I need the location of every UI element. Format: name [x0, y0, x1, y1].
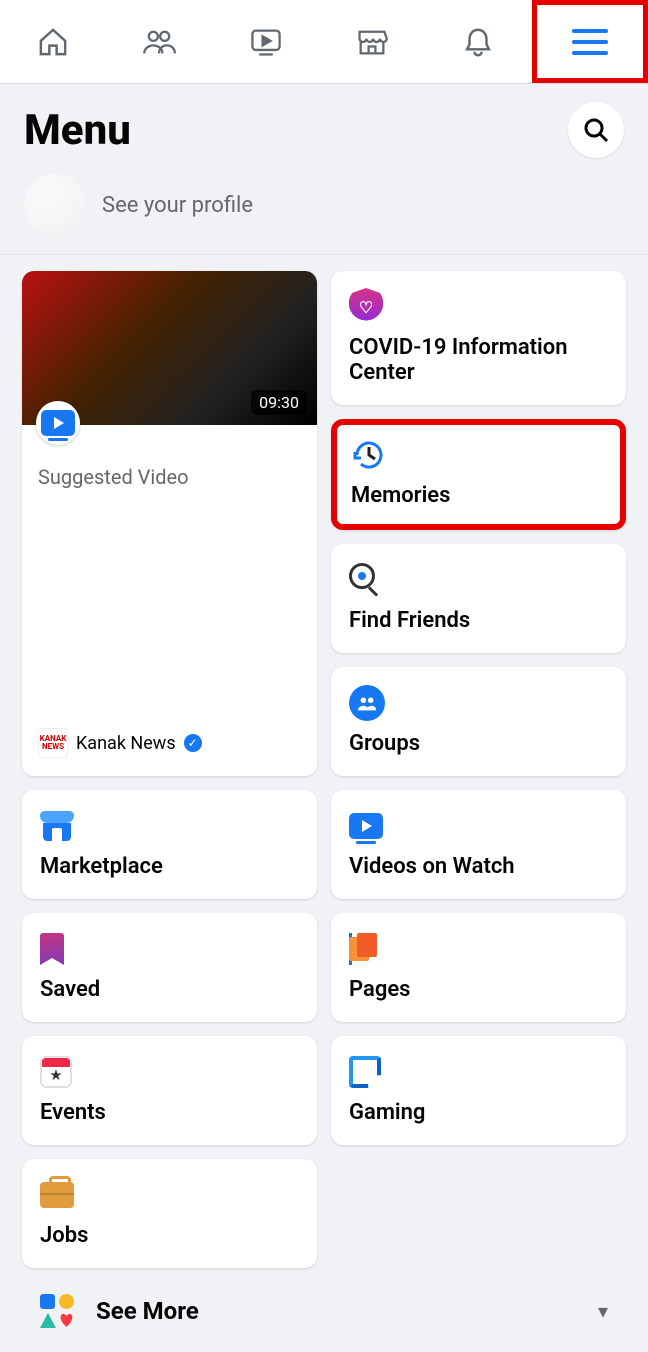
briefcase-icon — [40, 1182, 74, 1208]
menu-item-marketplace[interactable]: Marketplace — [22, 790, 317, 899]
menu-item-label: Memories — [351, 483, 606, 508]
home-icon — [36, 25, 70, 59]
menu-item-pages[interactable]: Pages — [331, 913, 626, 1022]
suggested-video-label: Suggested Video — [38, 465, 301, 489]
profile-text: See your profile — [102, 193, 253, 218]
menu-grid: 09:30 Suggested Video KANAKNEWS Kanak Ne… — [0, 255, 648, 1276]
video-source-name: Kanak News — [76, 733, 176, 754]
marketplace-icon — [40, 811, 74, 841]
video-source: KANAKNEWS Kanak News ✓ — [38, 728, 301, 758]
avatar — [24, 174, 86, 236]
clock-icon — [351, 437, 606, 473]
menu-item-label: Marketplace — [40, 854, 299, 879]
tab-notifications[interactable] — [425, 0, 531, 83]
menu-item-saved[interactable]: Saved — [22, 913, 317, 1022]
profile-row[interactable]: See your profile — [0, 168, 648, 255]
friends-icon — [142, 25, 176, 59]
menu-item-label: COVID-19 Information Center — [349, 335, 608, 385]
shapes-icon — [40, 1294, 74, 1328]
shield-heart-icon: ♡ — [349, 288, 383, 326]
search-button[interactable] — [568, 102, 624, 158]
hamburger-icon — [572, 29, 608, 55]
calendar-icon: ★ — [40, 1056, 72, 1088]
tab-watch[interactable] — [213, 0, 319, 83]
see-more-label: See More — [96, 1297, 199, 1325]
flag-icon — [349, 933, 381, 965]
verified-icon: ✓ — [184, 734, 202, 752]
menu-item-groups[interactable]: Groups — [331, 667, 626, 776]
profile-subtitle: See your profile — [102, 193, 253, 218]
menu-item-jobs[interactable]: Jobs — [22, 1159, 317, 1268]
menu-item-label: Saved — [40, 977, 299, 1002]
watch-badge — [36, 401, 80, 445]
menu-item-covid[interactable]: ♡ COVID-19 Information Center — [331, 271, 626, 405]
chevron-down-icon: ▾ — [598, 1299, 608, 1323]
watch-icon — [41, 410, 75, 436]
menu-item-label: Find Friends — [349, 608, 608, 633]
menu-item-label: Gaming — [349, 1100, 608, 1125]
watch-icon — [349, 813, 383, 839]
tab-home[interactable] — [0, 0, 106, 83]
suggested-video-card[interactable]: 09:30 Suggested Video KANAKNEWS Kanak Ne… — [22, 271, 317, 776]
tab-marketplace[interactable] — [319, 0, 425, 83]
menu-item-label: Pages — [349, 977, 608, 1002]
menu-item-label: Videos on Watch — [349, 854, 608, 879]
tab-friends[interactable] — [106, 0, 212, 83]
menu-item-label: Groups — [349, 731, 608, 756]
menu-item-events[interactable]: ★ Events — [22, 1036, 317, 1145]
video-duration: 09:30 — [251, 390, 307, 415]
bookmark-icon — [40, 933, 64, 965]
groups-icon — [349, 685, 385, 721]
menu-item-memories[interactable]: Memories — [331, 419, 626, 530]
menu-item-videos-on-watch[interactable]: Videos on Watch — [331, 790, 626, 899]
menu-item-gaming[interactable]: Gaming — [331, 1036, 626, 1145]
watch-icon — [249, 25, 283, 59]
see-more-row[interactable]: See More ▾ — [0, 1276, 648, 1352]
top-navigation — [0, 0, 648, 84]
menu-header: Menu — [0, 84, 648, 168]
tab-menu[interactable] — [532, 0, 648, 83]
menu-item-find-friends[interactable]: Find Friends — [331, 544, 626, 653]
marketplace-icon — [355, 25, 389, 59]
search-icon — [582, 116, 610, 144]
video-thumbnail: 09:30 — [22, 271, 317, 425]
gaming-icon — [349, 1056, 381, 1088]
video-title-redacted — [38, 499, 301, 718]
menu-item-label: Events — [40, 1100, 299, 1125]
menu-item-label: Jobs — [40, 1223, 299, 1248]
source-logo: KANAKNEWS — [38, 728, 68, 758]
bell-icon — [461, 25, 495, 59]
find-friends-icon — [349, 563, 383, 597]
page-title: Menu — [24, 106, 131, 155]
